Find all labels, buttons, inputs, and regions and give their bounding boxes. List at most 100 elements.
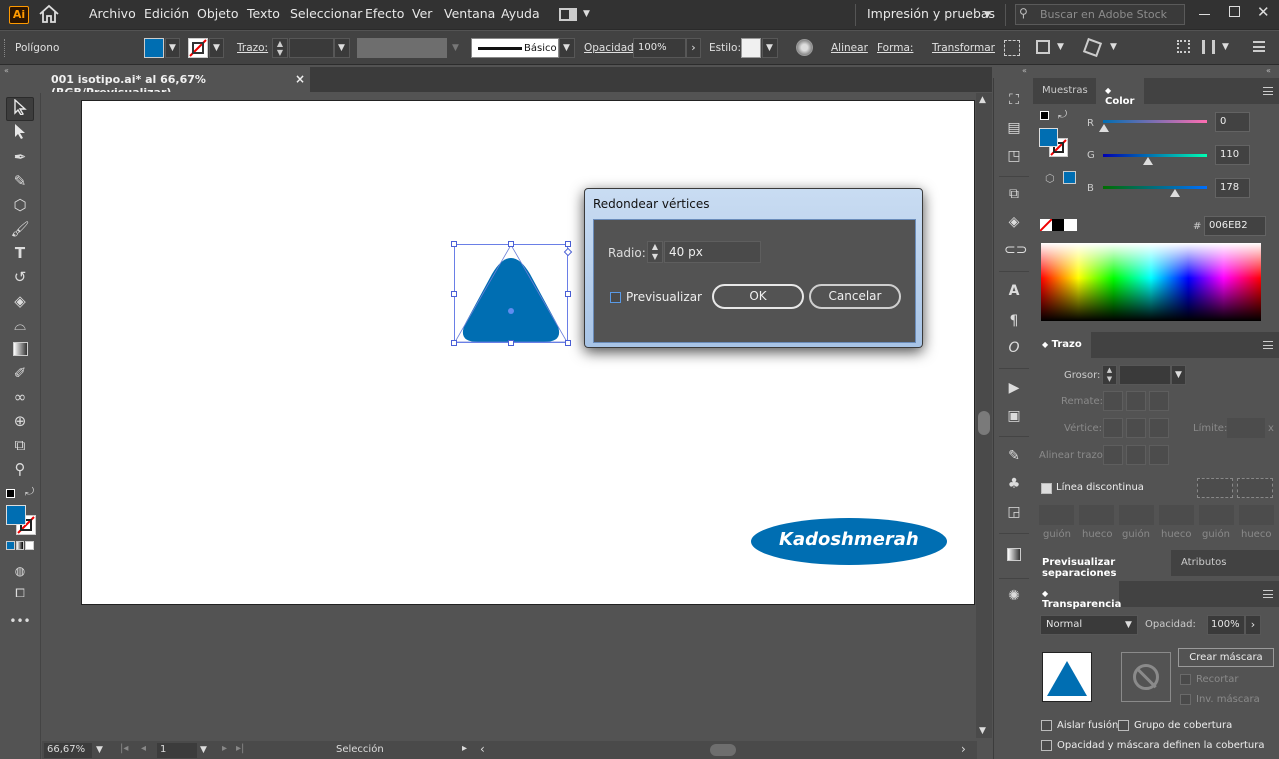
tab-transparency[interactable]: ◆ Transparencia: [1033, 581, 1121, 610]
isolate-blending-checkbox[interactable]: [1041, 720, 1052, 731]
panel-menu-icon[interactable]: [1253, 41, 1265, 52]
menu-texto[interactable]: Texto: [247, 6, 280, 21]
eraser-tool-icon[interactable]: ◈: [9, 291, 31, 311]
last-artboard-icon[interactable]: ▸|: [236, 743, 244, 754]
dash-field-1[interactable]: [1039, 505, 1074, 525]
tab-swatches[interactable]: Muestras: [1033, 78, 1097, 104]
shape-builder-tool-icon[interactable]: ⊕: [9, 411, 31, 431]
symbols-panel-icon[interactable]: ♣: [1004, 476, 1024, 494]
direct-selection-tool-icon[interactable]: [9, 123, 31, 143]
graphic-style-dropdown[interactable]: ▼: [762, 38, 778, 58]
first-artboard-icon[interactable]: |◂: [120, 743, 128, 754]
opacity-field[interactable]: 100%: [633, 38, 686, 58]
b-slider-thumb[interactable]: [1170, 189, 1180, 197]
shape-link[interactable]: Forma:: [877, 42, 913, 54]
tab-stroke[interactable]: ◆ Trazo: [1033, 332, 1091, 358]
layers-panel-icon[interactable]: ◈: [1004, 214, 1024, 232]
isolate-object-icon[interactable]: [1036, 40, 1050, 54]
transparency-opacity-field[interactable]: 100%: [1207, 615, 1245, 635]
chevron-down-icon[interactable]: ▼: [1057, 42, 1064, 52]
color-panel-default-icon[interactable]: [1040, 111, 1049, 120]
radius-stepper[interactable]: ▲ ▼: [647, 241, 663, 263]
panel-collapse-arrows[interactable]: «: [4, 66, 9, 75]
chevron-down-icon[interactable]: ▼: [1110, 42, 1117, 52]
screen-mode-icon[interactable]: ⧠: [9, 583, 31, 603]
menu-edicion[interactable]: Edición: [144, 6, 189, 21]
limit-field[interactable]: [1227, 418, 1265, 438]
tab-color[interactable]: ◆ Color: [1096, 78, 1144, 107]
panel-menu-icon[interactable]: [1263, 87, 1273, 95]
arrange-icon[interactable]: [1177, 40, 1190, 53]
none-swatch[interactable]: [1039, 218, 1053, 232]
home-icon[interactable]: [38, 4, 60, 24]
pathfinder-panel-icon[interactable]: ◳: [1004, 148, 1024, 166]
cancel-button[interactable]: Cancelar: [809, 284, 901, 309]
miter-join-button[interactable]: [1103, 418, 1123, 438]
artboard-number-field[interactable]: 1: [157, 743, 197, 758]
pen-tool-icon[interactable]: ✒: [9, 147, 31, 167]
arrange-documents-icon[interactable]: [559, 8, 577, 21]
black-swatch[interactable]: [1052, 219, 1064, 231]
handle-top-right[interactable]: [565, 241, 571, 247]
curvature-tool-icon[interactable]: ✎: [9, 171, 31, 191]
gap-field-1[interactable]: [1079, 505, 1114, 525]
eyedropper-tool-icon[interactable]: ✐: [9, 363, 31, 383]
none-mode-icon[interactable]: [25, 541, 35, 550]
default-colors-icon[interactable]: [6, 489, 15, 498]
dashed-line-checkbox[interactable]: [1041, 483, 1052, 494]
handle-middle-left[interactable]: [451, 291, 457, 297]
g-value-field[interactable]: 110: [1215, 145, 1250, 165]
tab-separations-preview[interactable]: Previsualizar separaciones: [1033, 550, 1171, 579]
fill-dropdown[interactable]: ▼: [165, 38, 180, 58]
stroke-weight-dropdown[interactable]: ▼: [334, 38, 350, 58]
prev-artboard-icon[interactable]: ◂: [141, 743, 146, 754]
paragraph-panel-icon[interactable]: ¶: [1004, 313, 1024, 331]
document-tab[interactable]: 001 isotipo.ai* al 66,67% (RGB/Previsual…: [42, 67, 310, 99]
b-value-field[interactable]: 178: [1215, 178, 1250, 198]
opentype-panel-icon[interactable]: O: [1004, 340, 1024, 358]
menu-ver[interactable]: Ver: [412, 6, 432, 21]
stock-search-field[interactable]: ⚲ Buscar en Adobe Stock: [1015, 4, 1185, 25]
blend-tool-icon[interactable]: ∞: [9, 387, 31, 407]
stroke-weight-stepper[interactable]: ▲ ▼: [1102, 365, 1117, 385]
variable-width-profile[interactable]: [357, 38, 447, 58]
color-mode-icon[interactable]: [6, 541, 15, 550]
butt-cap-button[interactable]: [1103, 391, 1123, 411]
mask-thumbnail[interactable]: [1121, 652, 1171, 702]
workspace-switcher[interactable]: Impresión y pruebas: [867, 6, 995, 21]
panel-menu-icon[interactable]: [1263, 341, 1273, 349]
actions-panel-icon[interactable]: ▶: [1004, 380, 1024, 398]
menu-ayuda[interactable]: Ayuda: [501, 6, 540, 21]
strip-collapse-arrows[interactable]: «: [1022, 66, 1027, 75]
zoom-field[interactable]: 66,67%: [44, 743, 92, 758]
graphic-styles-panel-icon[interactable]: ◲: [1004, 504, 1024, 522]
menu-archivo[interactable]: Archivo: [89, 6, 136, 21]
opacity-mask-knockout-checkbox[interactable]: [1041, 740, 1052, 751]
transform-link[interactable]: Transformar: [932, 42, 995, 54]
dash-preset-2[interactable]: [1237, 478, 1273, 498]
gap-field-2[interactable]: [1159, 505, 1194, 525]
stroke-weight-stepper[interactable]: ▲ ▼: [272, 38, 288, 58]
menu-seleccionar[interactable]: Seleccionar: [290, 6, 362, 21]
align-center-button[interactable]: [1103, 445, 1123, 465]
handle-top-middle[interactable]: [508, 241, 514, 247]
gradient-tool-icon[interactable]: [9, 339, 31, 359]
handle-bottom-right[interactable]: [565, 340, 571, 346]
appearance-panel-icon[interactable]: ✺: [1004, 588, 1024, 606]
fill-swatch[interactable]: [144, 38, 164, 58]
paintbrush-tool-icon[interactable]: 🖌: [9, 219, 31, 239]
brush-definition[interactable]: Básico: [471, 38, 559, 58]
artboard-chevron-icon[interactable]: ▼: [200, 745, 207, 755]
selection-tool-icon[interactable]: [9, 98, 31, 119]
web-safe-swatch[interactable]: [1063, 171, 1076, 184]
rotate-tool-icon[interactable]: ↺: [9, 267, 31, 287]
g-slider-thumb[interactable]: [1143, 157, 1153, 165]
stroke-weight-field[interactable]: [289, 38, 334, 58]
clip-checkbox[interactable]: [1180, 674, 1191, 685]
more-tools-icon[interactable]: •••: [9, 611, 31, 631]
restore-button[interactable]: [1229, 6, 1240, 17]
zoom-chevron-icon[interactable]: ▼: [96, 745, 103, 755]
draw-mode-icon[interactable]: ◍: [9, 561, 31, 581]
knockout-group-checkbox[interactable]: [1118, 720, 1129, 731]
menu-efecto[interactable]: Efecto: [365, 6, 404, 21]
